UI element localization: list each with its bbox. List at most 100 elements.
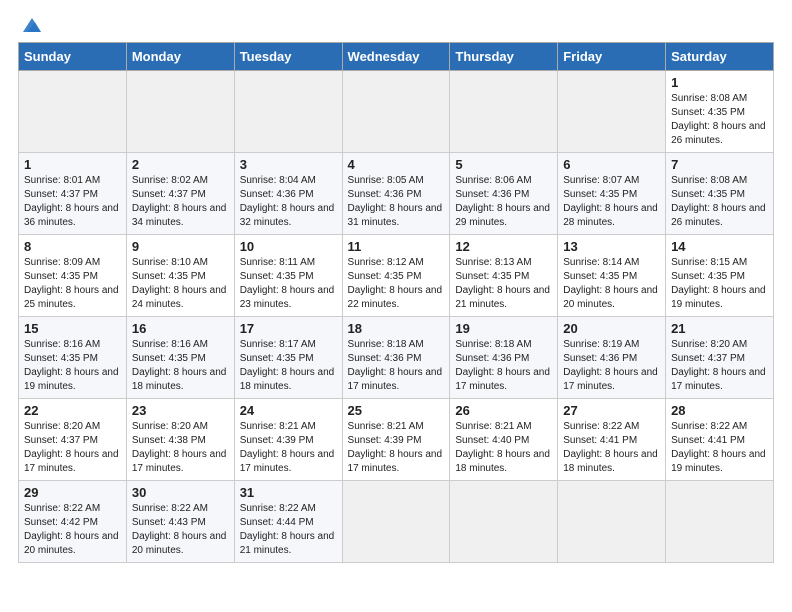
sunrise-text: Sunrise: 8:21 AM	[348, 420, 445, 434]
calendar-cell: 4 Sunrise: 8:05 AMSunset: 4:36 PMDaylight…	[342, 153, 450, 235]
daylight-text: Daylight: 8 hours and 31 minutes.	[348, 202, 445, 230]
calendar-cell: 12Sunrise: 8:13 AMSunset: 4:35 PMDayligh…	[450, 235, 558, 317]
calendar-cell: 20Sunrise: 8:19 AMSunset: 4:36 PMDayligh…	[558, 317, 666, 399]
calendar-cell: 22Sunrise: 8:20 AMSunset: 4:37 PMDayligh…	[19, 399, 127, 481]
sunrise-text: Sunrise: 8:08 AM	[671, 92, 768, 106]
calendar-cell	[342, 481, 450, 563]
sunset-text: Sunset: 4:35 PM	[563, 270, 660, 284]
cell-content: Sunrise: 8:22 AMSunset: 4:41 PMDaylight:…	[671, 420, 768, 476]
cell-content: Sunrise: 8:18 AMSunset: 4:36 PMDaylight:…	[348, 338, 445, 394]
day-number: 29	[24, 485, 121, 500]
sunset-text: Sunset: 4:37 PM	[24, 434, 121, 448]
day-number: 30	[132, 485, 229, 500]
calendar-cell	[342, 71, 450, 153]
calendar-week-row: 22Sunrise: 8:20 AMSunset: 4:37 PMDayligh…	[19, 399, 774, 481]
calendar-week-row: 29 Sunrise: 8:22 AMSunset: 4:42 PMDayligh…	[19, 481, 774, 563]
sunset-text: Sunset: 4:38 PM	[132, 434, 229, 448]
calendar-header-friday: Friday	[558, 43, 666, 71]
sunrise-text: Sunrise: 8:01 AM	[24, 174, 121, 188]
day-number: 18	[348, 321, 445, 336]
calendar-header-row: SundayMondayTuesdayWednesdayThursdayFrid…	[19, 43, 774, 71]
cell-content: Sunrise: 8:22 AMSunset: 4:41 PMDaylight:…	[563, 420, 660, 476]
cell-content: Sunrise: 8:22 AMSunset: 4:42 PMDaylight:…	[24, 502, 121, 558]
daylight-text: Daylight: 8 hours and 18 minutes.	[563, 448, 660, 476]
cell-content: Sunrise: 8:22 AMSunset: 4:43 PMDaylight:…	[132, 502, 229, 558]
day-number: 2	[132, 157, 229, 172]
sunset-text: Sunset: 4:36 PM	[455, 352, 552, 366]
sunset-text: Sunset: 4:37 PM	[132, 188, 229, 202]
day-number: 4	[348, 157, 445, 172]
calendar-cell: 8Sunrise: 8:09 AMSunset: 4:35 PMDaylight…	[19, 235, 127, 317]
calendar-cell: 17Sunrise: 8:17 AMSunset: 4:35 PMDayligh…	[234, 317, 342, 399]
sunrise-text: Sunrise: 8:18 AM	[455, 338, 552, 352]
sunset-text: Sunset: 4:41 PM	[563, 434, 660, 448]
daylight-text: Daylight: 8 hours and 18 minutes.	[240, 366, 337, 394]
cell-content: Sunrise: 8:05 AMSunset: 4:36 PMDaylight:…	[348, 174, 445, 230]
daylight-text: Daylight: 8 hours and 22 minutes.	[348, 284, 445, 312]
calendar-cell: 5Sunrise: 8:06 AMSunset: 4:36 PMDaylight…	[450, 153, 558, 235]
daylight-text: Daylight: 8 hours and 21 minutes.	[455, 284, 552, 312]
daylight-text: Daylight: 8 hours and 32 minutes.	[240, 202, 337, 230]
sunset-text: Sunset: 4:43 PM	[132, 516, 229, 530]
daylight-text: Daylight: 8 hours and 26 minutes.	[671, 202, 768, 230]
sunset-text: Sunset: 4:35 PM	[455, 270, 552, 284]
calendar-week-row: 1Sunrise: 8:08 AMSunset: 4:35 PMDaylight…	[19, 71, 774, 153]
sunset-text: Sunset: 4:36 PM	[240, 188, 337, 202]
daylight-text: Daylight: 8 hours and 17 minutes.	[348, 448, 445, 476]
cell-content: Sunrise: 8:17 AMSunset: 4:35 PMDaylight:…	[240, 338, 337, 394]
sunset-text: Sunset: 4:35 PM	[563, 188, 660, 202]
calendar-cell	[450, 481, 558, 563]
day-number: 1	[24, 157, 121, 172]
sunset-text: Sunset: 4:35 PM	[348, 270, 445, 284]
sunrise-text: Sunrise: 8:20 AM	[671, 338, 768, 352]
calendar-cell	[126, 71, 234, 153]
calendar-header-saturday: Saturday	[666, 43, 774, 71]
sunset-text: Sunset: 4:39 PM	[240, 434, 337, 448]
calendar-cell	[450, 71, 558, 153]
calendar-cell: 25Sunrise: 8:21 AMSunset: 4:39 PMDayligh…	[342, 399, 450, 481]
cell-content: Sunrise: 8:07 AMSunset: 4:35 PMDaylight:…	[563, 174, 660, 230]
daylight-text: Daylight: 8 hours and 17 minutes.	[132, 448, 229, 476]
sunrise-text: Sunrise: 8:21 AM	[240, 420, 337, 434]
sunrise-text: Sunrise: 8:14 AM	[563, 256, 660, 270]
cell-content: Sunrise: 8:21 AMSunset: 4:39 PMDaylight:…	[348, 420, 445, 476]
daylight-text: Daylight: 8 hours and 17 minutes.	[671, 366, 768, 394]
sunset-text: Sunset: 4:35 PM	[671, 188, 768, 202]
day-number: 27	[563, 403, 660, 418]
sunrise-text: Sunrise: 8:11 AM	[240, 256, 337, 270]
sunrise-text: Sunrise: 8:22 AM	[671, 420, 768, 434]
sunset-text: Sunset: 4:35 PM	[671, 106, 768, 120]
sunset-text: Sunset: 4:35 PM	[240, 352, 337, 366]
logo	[18, 14, 43, 36]
cell-content: Sunrise: 8:20 AMSunset: 4:37 PMDaylight:…	[671, 338, 768, 394]
sunrise-text: Sunrise: 8:22 AM	[563, 420, 660, 434]
logo-icon	[21, 14, 43, 36]
cell-content: Sunrise: 8:14 AMSunset: 4:35 PMDaylight:…	[563, 256, 660, 312]
sunset-text: Sunset: 4:35 PM	[24, 270, 121, 284]
calendar-cell	[666, 481, 774, 563]
calendar-cell: 14Sunrise: 8:15 AMSunset: 4:35 PMDayligh…	[666, 235, 774, 317]
day-number: 28	[671, 403, 768, 418]
sunset-text: Sunset: 4:40 PM	[455, 434, 552, 448]
sunset-text: Sunset: 4:35 PM	[240, 270, 337, 284]
cell-content: Sunrise: 8:21 AMSunset: 4:39 PMDaylight:…	[240, 420, 337, 476]
header	[18, 10, 774, 36]
calendar-cell: 24Sunrise: 8:21 AMSunset: 4:39 PMDayligh…	[234, 399, 342, 481]
daylight-text: Daylight: 8 hours and 20 minutes.	[132, 530, 229, 558]
sunset-text: Sunset: 4:35 PM	[132, 270, 229, 284]
cell-content: Sunrise: 8:15 AMSunset: 4:35 PMDaylight:…	[671, 256, 768, 312]
cell-content: Sunrise: 8:13 AMSunset: 4:35 PMDaylight:…	[455, 256, 552, 312]
calendar-cell: 28 Sunrise: 8:22 AMSunset: 4:41 PMDayligh…	[666, 399, 774, 481]
daylight-text: Daylight: 8 hours and 17 minutes.	[348, 366, 445, 394]
calendar-cell: 30 Sunrise: 8:22 AMSunset: 4:43 PMDayligh…	[126, 481, 234, 563]
daylight-text: Daylight: 8 hours and 18 minutes.	[455, 448, 552, 476]
daylight-text: Daylight: 8 hours and 26 minutes.	[671, 120, 768, 148]
cell-content: Sunrise: 8:21 AMSunset: 4:40 PMDaylight:…	[455, 420, 552, 476]
sunrise-text: Sunrise: 8:12 AM	[348, 256, 445, 270]
calendar-cell: 23Sunrise: 8:20 AMSunset: 4:38 PMDayligh…	[126, 399, 234, 481]
daylight-text: Daylight: 8 hours and 23 minutes.	[240, 284, 337, 312]
calendar-header-tuesday: Tuesday	[234, 43, 342, 71]
day-number: 20	[563, 321, 660, 336]
cell-content: Sunrise: 8:04 AMSunset: 4:36 PMDaylight:…	[240, 174, 337, 230]
cell-content: Sunrise: 8:22 AMSunset: 4:44 PMDaylight:…	[240, 502, 337, 558]
